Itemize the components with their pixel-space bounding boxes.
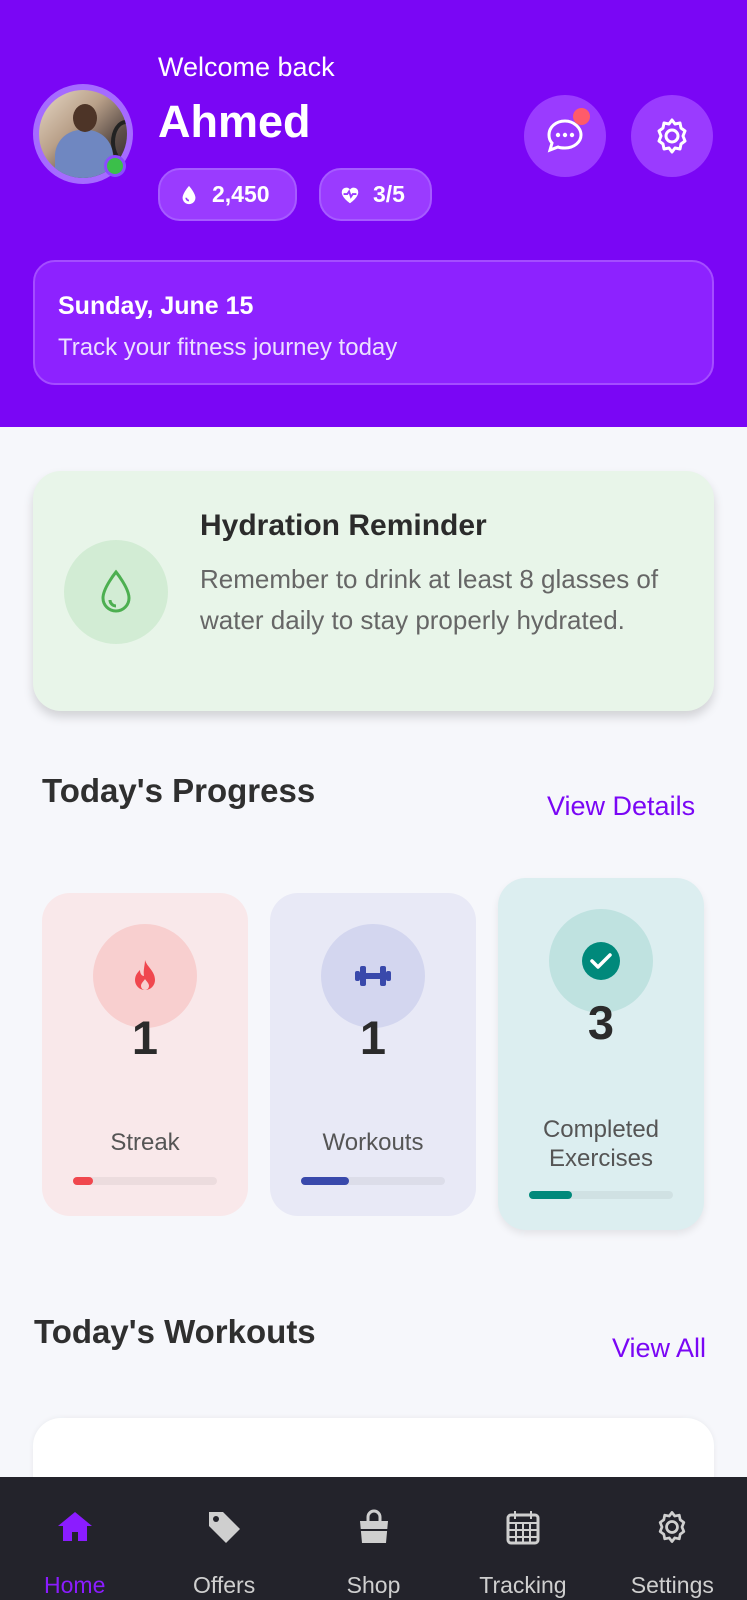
date-text: Sunday, June 15	[58, 292, 254, 320]
streak-value: 1	[131, 1011, 159, 1064]
hydration-reminder-card[interactable]: Hydration Reminder Remember to drink at …	[33, 471, 714, 711]
points-value: 2,450	[212, 181, 270, 207]
nav-label-offers: Offers	[193, 1572, 256, 1598]
calendar-icon	[506, 1511, 540, 1545]
tagline-text: Track your fitness journey today	[58, 334, 398, 361]
completed-value: 3	[587, 996, 615, 1049]
home-icon	[57, 1512, 92, 1541]
workouts-label: Workouts	[322, 1129, 424, 1156]
nav-label-shop: Shop	[346, 1572, 401, 1598]
bottom-nav: Home Offers Shop Tracking Settings	[0, 1477, 747, 1600]
workouts-value: 1	[359, 1011, 387, 1064]
hydration-text: Remember to drink at least 8 glasses of …	[200, 564, 659, 635]
heart-pulse-icon	[341, 187, 359, 203]
tag-icon	[209, 1512, 241, 1543]
welcome-text: Welcome back	[158, 52, 335, 82]
settings-button[interactable]	[631, 95, 713, 177]
completed-exercises-card[interactable]: 3 Completed Exercises	[498, 878, 704, 1230]
hydration-title: Hydration Reminder	[200, 509, 487, 542]
online-status-dot	[104, 155, 126, 177]
workouts-progress-fill	[301, 1177, 349, 1185]
check-circle-icon	[582, 942, 620, 980]
workouts-card[interactable]: 1 Workouts	[270, 893, 476, 1216]
drop-icon	[182, 185, 196, 204]
workouts-progress-track	[301, 1177, 445, 1185]
nav-label-settings: Settings	[630, 1572, 714, 1598]
dumbbell-icon	[355, 966, 391, 986]
nav-item-settings[interactable]: Settings	[598, 1477, 747, 1600]
nav-label-home: Home	[44, 1572, 106, 1598]
nav-item-shop[interactable]: Shop	[299, 1477, 448, 1600]
gear-icon	[659, 1511, 686, 1543]
streak-card[interactable]: 1 Streak	[42, 893, 248, 1216]
workouts-section-title: Today's Workouts	[34, 1313, 316, 1350]
view-details-link[interactable]: View Details	[547, 791, 695, 822]
points-badge[interactable]: 2,450	[158, 168, 297, 221]
view-all-link[interactable]: View All	[612, 1333, 706, 1364]
messages-button[interactable]	[524, 95, 606, 177]
header: Welcome back Ahmed 2,450 3/5 Sunday, Jun…	[0, 0, 747, 427]
notification-dot	[573, 108, 590, 125]
streak-label: Streak	[110, 1129, 180, 1156]
completed-label: Completed Exercises	[542, 1116, 660, 1172]
username: Ahmed	[158, 96, 311, 147]
gear-icon	[657, 118, 687, 154]
nav-label-tracking: Tracking	[479, 1572, 567, 1598]
fire-icon	[135, 960, 155, 990]
streak-progress-track	[73, 1177, 217, 1185]
hydration-icon-circle	[64, 540, 168, 644]
streak-progress-fill	[73, 1177, 94, 1185]
hearts-value: 3/5	[373, 181, 405, 207]
nav-item-offers[interactable]: Offers	[149, 1477, 298, 1600]
water-drop-icon	[101, 569, 131, 613]
hearts-badge[interactable]: 3/5	[319, 168, 432, 221]
progress-section-title: Today's Progress	[42, 772, 316, 809]
completed-progress-track	[529, 1191, 673, 1199]
shopping-bag-icon	[359, 1509, 388, 1543]
nav-item-home[interactable]: Home	[0, 1477, 149, 1600]
completed-progress-fill	[529, 1191, 573, 1199]
nav-item-tracking[interactable]: Tracking	[448, 1477, 597, 1600]
date-card: Sunday, June 15 Track your fitness journ…	[33, 260, 714, 385]
